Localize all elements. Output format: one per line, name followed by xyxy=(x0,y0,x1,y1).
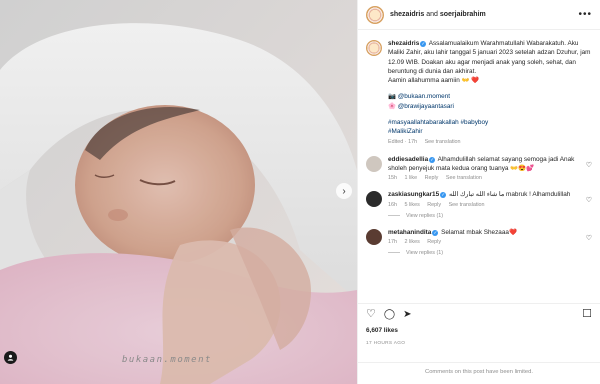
comments-limited-notice: Comments on this post have been limited. xyxy=(358,362,600,375)
next-photo-button[interactable]: › xyxy=(336,183,352,199)
post-photo[interactable]: › bukaan.moment xyxy=(0,0,357,384)
reply-button[interactable]: Reply xyxy=(427,239,441,245)
comment-text: ما شاء الله تبارك الله mabruk ! Alhamdul… xyxy=(448,191,571,199)
avatar[interactable] xyxy=(366,155,382,172)
avatar[interactable] xyxy=(366,191,382,208)
mention-link[interactable]: @bukaan.moment xyxy=(398,93,450,100)
post-actions: ♡ ◯ ➤ ☐ xyxy=(358,303,600,325)
hashtag-links[interactable]: #masyaallahtabarakallah #babyboy xyxy=(388,118,592,127)
caption: shezaidris ✓ Assalamualaikum Warahmatulla… xyxy=(366,39,592,145)
flower-icon: 🌸 xyxy=(388,102,396,110)
view-replies-label: View replies (1) xyxy=(406,249,444,256)
comment-meta: 17h 2 likes Reply xyxy=(388,239,582,245)
newborn-photo xyxy=(0,0,357,384)
see-translation-link[interactable]: See translation xyxy=(446,175,482,181)
comment-bubble-icon[interactable]: ◯ xyxy=(384,309,395,320)
comment-meta: 15h 1 like Reply See translation xyxy=(388,175,582,181)
caption-credit-2: 🌸 @brawijayaantasari xyxy=(388,102,592,111)
camera-icon: 📷 xyxy=(388,93,396,101)
caption-line2: Aamin allahumma aamiin 👐 ❤️ xyxy=(388,77,480,85)
like-comment-heart-icon[interactable]: ♡ xyxy=(586,234,592,242)
author-conjunction: and xyxy=(426,11,438,18)
post-time-ago: 17 HOURS AGO xyxy=(366,341,406,346)
comment-text-block: metahanindita ✓ Selamat mbak Shezaaa❤️ xyxy=(388,228,582,237)
likes-count[interactable]: 6,607 likes xyxy=(366,327,398,334)
replies-divider xyxy=(388,215,400,217)
comment-text: Selamat mbak Shezaaa❤️ xyxy=(441,228,517,236)
post-modal: › bukaan.moment shezaidris and soerjaibr… xyxy=(0,0,600,384)
comment-likes[interactable]: 5 likes xyxy=(405,202,420,208)
see-translation-link[interactable]: See translation xyxy=(449,202,485,208)
comment-time: 15h xyxy=(388,175,397,182)
view-replies-label: View replies (1) xyxy=(406,212,444,219)
like-heart-icon[interactable]: ♡ xyxy=(366,309,376,320)
caption-text-block: shezaidris ✓ Assalamualaikum Warahmatulla… xyxy=(388,39,592,76)
reply-button[interactable]: Reply xyxy=(427,202,441,208)
post-header: shezaidris and soerjaibrahim ••• xyxy=(358,0,600,30)
caption-username[interactable]: shezaidris xyxy=(388,40,419,47)
comment: metahanindita ✓ Selamat mbak Shezaaa❤️ 17… xyxy=(366,228,592,245)
post-authors: shezaidris and soerjaibrahim xyxy=(390,11,486,18)
reply-button[interactable]: Reply xyxy=(425,175,439,181)
collaborator-username[interactable]: soerjaibrahim xyxy=(440,11,486,18)
avatar[interactable] xyxy=(366,228,382,245)
user-icon xyxy=(7,354,14,361)
edited-time: Edited · 17h xyxy=(388,138,418,145)
chevron-right-icon: › xyxy=(342,185,346,197)
comment-time: 16h xyxy=(388,201,397,208)
photo-watermark: bukaan.moment xyxy=(122,355,212,365)
caption-meta: Edited · 17h See translation xyxy=(388,139,592,145)
verified-badge-icon: ✓ xyxy=(432,229,439,236)
like-comment-heart-icon[interactable]: ♡ xyxy=(586,161,592,169)
comment-text-block: zaskiasungkar15 ✓ ما شاء الله تبارك الله … xyxy=(388,190,582,199)
view-replies-button[interactable]: View replies (1) xyxy=(388,213,592,219)
comment: eddiesadellia ✓ Alhamdulillah selamat say… xyxy=(366,155,592,181)
comment-username[interactable]: zaskiasungkar15 xyxy=(388,191,439,198)
view-replies-button[interactable]: View replies (1) xyxy=(388,250,592,256)
see-translation-link[interactable]: See translation xyxy=(425,139,461,145)
comment: zaskiasungkar15 ✓ ما شاء الله تبارك الله … xyxy=(366,190,592,208)
avatar[interactable] xyxy=(366,40,382,56)
share-send-icon[interactable]: ➤ xyxy=(403,309,411,320)
comment-text-block: eddiesadellia ✓ Alhamdulillah selamat say… xyxy=(388,155,582,174)
comment-likes[interactable]: 1 like xyxy=(405,175,418,181)
comment-likes[interactable]: 2 likes xyxy=(405,239,420,245)
verified-badge-icon: ✓ xyxy=(420,41,427,47)
verified-badge-icon: ✓ xyxy=(429,156,436,163)
verified-badge-icon: ✓ xyxy=(440,192,447,199)
comment-meta: 16h 5 likes Reply See translation xyxy=(388,202,582,208)
like-comment-heart-icon[interactable]: ♡ xyxy=(586,196,592,204)
avatar[interactable] xyxy=(366,5,384,24)
comment-time: 17h xyxy=(388,238,397,245)
tagged-users-button[interactable] xyxy=(4,351,17,364)
comments-list[interactable]: shezaidris ✓ Assalamualaikum Warahmatulla… xyxy=(358,31,600,296)
post-side-panel: shezaidris and soerjaibrahim ••• shezaid… xyxy=(357,0,600,384)
hashtag-link[interactable]: #MalikiZahir xyxy=(388,127,592,136)
comment-username[interactable]: eddiesadellia xyxy=(388,156,428,163)
comment-username[interactable]: metahanindita xyxy=(388,229,431,236)
author-username[interactable]: shezaidris xyxy=(390,11,424,18)
mention-link[interactable]: @brawijayaantasari xyxy=(398,103,454,110)
caption-credit-1: 📷 @bukaan.moment xyxy=(388,92,592,101)
replies-divider xyxy=(388,252,400,254)
bookmark-save-icon[interactable]: ☐ xyxy=(582,309,592,320)
more-options-icon[interactable]: ••• xyxy=(578,9,592,20)
